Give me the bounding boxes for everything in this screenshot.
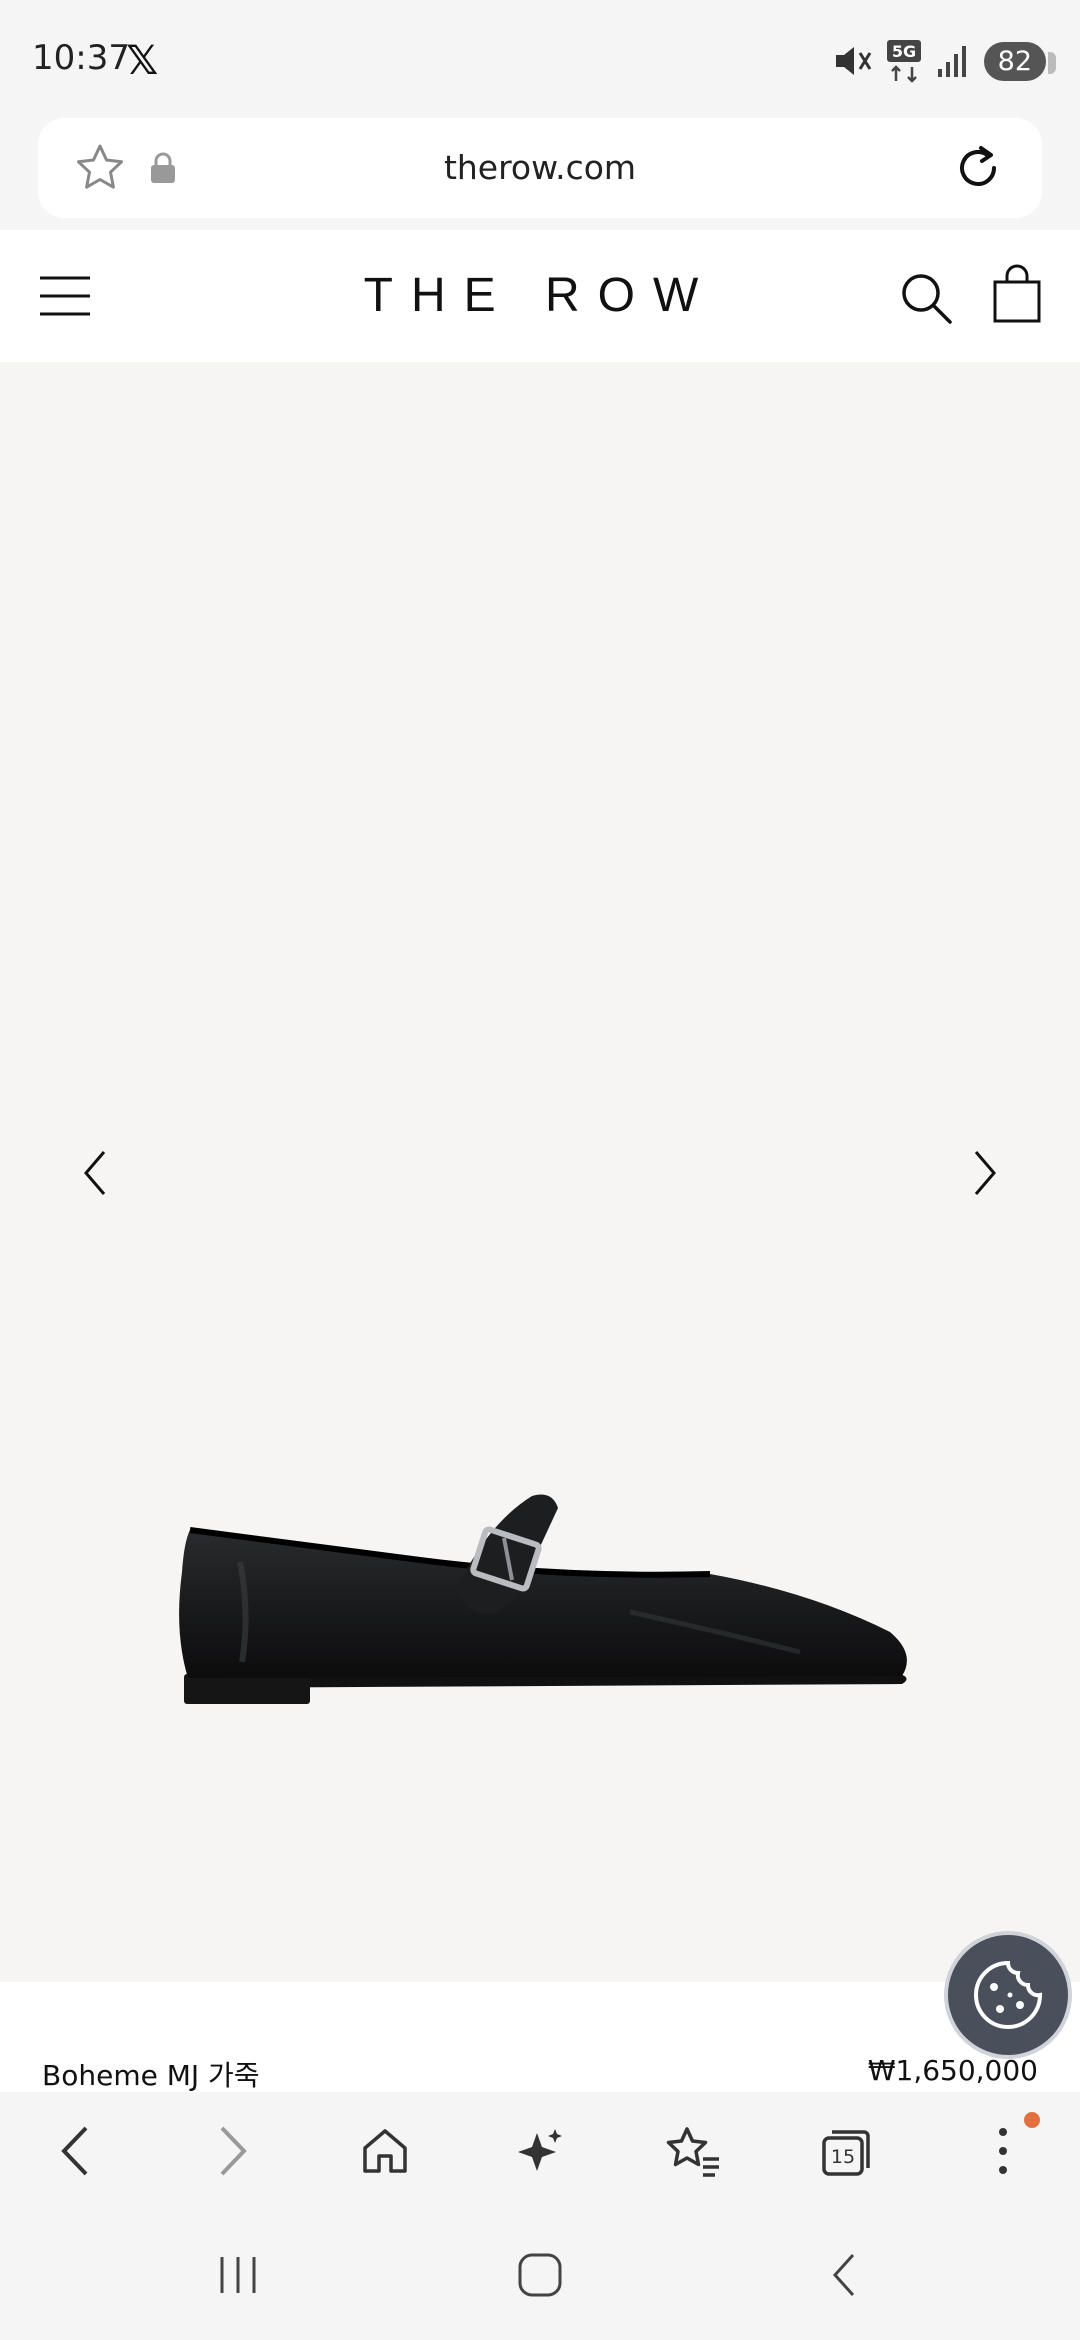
cookie-icon [974, 1960, 1043, 2029]
status-icons: 5G 82 [832, 36, 1057, 86]
back-button[interactable] [30, 2092, 120, 2210]
ai-assistant-button[interactable] [494, 2092, 584, 2210]
product-name[interactable]: Boheme MJ 가죽 [42, 2054, 260, 2094]
product-image [179, 1494, 907, 1704]
notification-dot [1024, 2112, 1040, 2128]
tab-count: 15 [831, 2146, 855, 2168]
battery-indicator: 82 [983, 41, 1057, 81]
product-gallery[interactable] [0, 362, 1080, 1982]
more-options-button[interactable] [958, 2092, 1048, 2210]
recent-apps-button[interactable] [178, 2230, 298, 2320]
recent-apps-icon [220, 2257, 256, 2293]
home-nav-icon [518, 2253, 562, 2297]
cookie-settings-button[interactable] [944, 1931, 1072, 2059]
gallery-prev-icon[interactable] [80, 1148, 110, 1198]
signal-icon [937, 46, 966, 77]
forward-button[interactable] [188, 2092, 278, 2210]
reload-icon[interactable] [950, 140, 1006, 196]
gallery-next-icon[interactable] [970, 1148, 1000, 1198]
more-vertical-icon [999, 2128, 1007, 2174]
svg-text:5G: 5G [892, 42, 916, 61]
product-info-row[interactable]: Boheme MJ 가죽 ₩1,650,000 [0, 1982, 1080, 2092]
url-text[interactable]: therow.com [38, 118, 1042, 218]
site-header: THE ROW [0, 230, 1080, 362]
bookmarks-button[interactable] [648, 2092, 738, 2210]
forward-arrow-icon [220, 2126, 247, 2176]
tabs-icon: 15 [822, 2130, 870, 2176]
url-bar[interactable]: therow.com [38, 118, 1042, 218]
back-nav-icon [832, 2253, 855, 2297]
back-arrow-icon [61, 2126, 88, 2176]
mute-icon [835, 47, 871, 75]
home-button[interactable] [340, 2092, 430, 2210]
network-5g-icon: 5G [886, 40, 921, 83]
home-icon [363, 2129, 407, 2173]
back-nav-button[interactable] [784, 2230, 904, 2320]
product-price: ₩1,650,000 [867, 2054, 1038, 2087]
x-logo-icon: 𝕏 [126, 38, 159, 84]
search-icon[interactable] [898, 270, 954, 326]
status-time: 10:37 [32, 38, 130, 78]
shopping-bag-icon[interactable] [992, 264, 1042, 324]
bookmarks-icon [666, 2127, 719, 2177]
home-nav-button[interactable] [480, 2230, 600, 2320]
sparkle-icon [518, 2129, 562, 2171]
tabs-button[interactable]: 15 [802, 2092, 892, 2210]
